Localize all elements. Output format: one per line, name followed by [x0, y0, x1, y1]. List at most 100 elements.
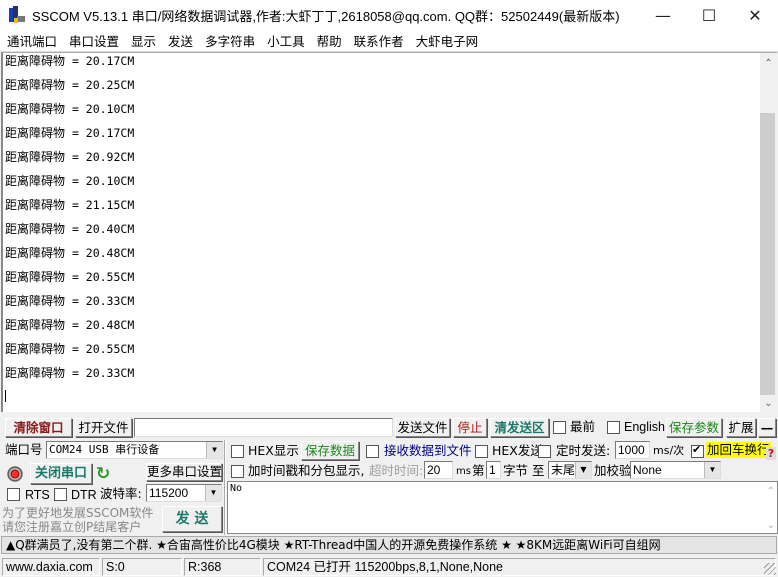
minimize-button[interactable]: —	[640, 0, 686, 30]
add-crlf-label: 加回车换行	[706, 442, 771, 458]
text-caret	[5, 390, 6, 402]
menu-comm-port[interactable]: 通讯端口	[0, 31, 63, 50]
expand-button[interactable]: 扩展	[726, 418, 756, 437]
send-textarea[interactable]: No ⌃ ⌄	[227, 481, 778, 534]
menu-send[interactable]: 发送	[162, 31, 199, 50]
chevron-down-icon: ▼	[206, 442, 222, 458]
receive-line: 距离障碍物 = 20.55CM	[5, 270, 135, 284]
collapse-button[interactable]: —	[758, 418, 776, 437]
menu-display[interactable]: 显示	[125, 31, 162, 50]
receive-line: 距离障碍物 = 20.48CM	[5, 318, 135, 332]
receive-textarea[interactable]: 距离障碍物 = 20.17CM 距离障碍物 = 20.25CM 距离障碍物 = …	[1, 52, 761, 412]
baud-select[interactable]: 115200 ▼	[146, 484, 222, 502]
interval-input[interactable]: 1000	[615, 441, 650, 459]
baud-label: 波特率:	[100, 486, 142, 501]
send-scroll-down-icon[interactable]: ⌄	[767, 520, 775, 531]
port-status: COM24 已打开 115200bps,8,1,None,None	[263, 558, 776, 576]
timed-send-label: 定时发送:	[556, 443, 611, 458]
timeout-unit-label: ms	[456, 466, 471, 477]
rts-label: RTS	[25, 488, 50, 502]
ads-ticker[interactable]: ▲Q群满员了,没有第二个群. ★合宙高性价比4G模块 ★RT-Thread中国人…	[1, 536, 777, 554]
hex-send-checkbox[interactable]	[475, 445, 488, 458]
port-select[interactable]: COM24 USB 串行设备 ▼	[46, 441, 223, 459]
send-button[interactable]: 发 送	[162, 506, 222, 532]
english-checkbox[interactable]	[607, 421, 620, 434]
menu-multi-string[interactable]: 多字符串	[199, 31, 261, 50]
scroll-down-icon[interactable]: ⌄	[760, 395, 777, 412]
receive-line: 距离障碍物 = 20.17CM	[5, 126, 135, 140]
recv-to-file-label[interactable]: 接收数据到文件	[384, 443, 472, 459]
add-crlf-checkbox[interactable]	[691, 443, 704, 458]
receive-line: 距离障碍物 = 20.25CM	[5, 78, 135, 92]
menu-bar: 通讯端口 串口设置 显示 发送 多字符串 小工具 帮助 联系作者 大虾电子网	[0, 30, 778, 52]
close-button[interactable]: ✕	[732, 0, 778, 30]
panel-divider	[224, 440, 226, 535]
byte-to-select[interactable]: 末尾 ▼	[548, 461, 592, 479]
port-status-indicator-icon	[7, 466, 23, 482]
menu-tools[interactable]: 小工具	[261, 31, 311, 50]
checksum-label: 加校验	[594, 463, 632, 478]
rts-checkbox[interactable]	[7, 488, 20, 501]
menu-help[interactable]: 帮助	[311, 31, 348, 50]
hex-display-checkbox[interactable]	[231, 445, 244, 458]
save-data-button[interactable]: 保存数据	[301, 441, 359, 460]
refresh-icon[interactable]: ↻	[96, 464, 110, 484]
website-link[interactable]: www.daxia.com	[2, 558, 100, 576]
receive-scrollbar[interactable]: ⌃ ⌄	[760, 52, 777, 412]
timed-send-checkbox[interactable]	[538, 445, 551, 458]
baud-select-value: 115200	[149, 486, 189, 500]
file-path-input[interactable]	[134, 418, 393, 437]
chevron-down-icon: ▼	[575, 462, 591, 478]
window-title: SSCOM V5.13.1 串口/网络数据调试器,作者:大虾丁丁,2618058…	[32, 8, 620, 24]
byte-to-select-value: 末尾	[551, 463, 576, 477]
title-bar: SSCOM V5.13.1 串口/网络数据调试器,作者:大虾丁丁,2618058…	[0, 0, 778, 30]
send-file-button[interactable]: 发送文件	[395, 418, 450, 437]
scrollbar-thumb[interactable]	[760, 113, 775, 395]
menu-daxia-website[interactable]: 大虾电子网	[410, 31, 485, 50]
recv-to-file-checkbox[interactable]	[366, 445, 379, 458]
status-bar: www.daxia.com S:0 R:368 COM24 已打开 115200…	[0, 556, 778, 577]
minimize-icon: —	[655, 5, 671, 25]
byte-from-input[interactable]: 1	[486, 461, 501, 479]
timestamp-checkbox[interactable]	[231, 465, 244, 478]
send-scroll-up-icon[interactable]: ⌃	[767, 486, 775, 497]
received-count: R:368	[184, 558, 261, 576]
stop-button[interactable]: 停止	[453, 418, 487, 437]
timestamp-label: 加时间戳和分包显示,	[248, 463, 365, 478]
checksum-select[interactable]: None ▼	[630, 461, 721, 479]
dtr-label: DTR	[71, 488, 97, 502]
receive-line: 距离障碍物 = 20.33CM	[5, 294, 135, 308]
sent-count: S:0	[102, 558, 182, 576]
clear-send-button[interactable]: 清发送区	[490, 418, 549, 437]
close-icon: ✕	[748, 5, 762, 25]
receive-line: 距离障碍物 = 21.15CM	[5, 198, 135, 212]
save-params-button[interactable]: 保存参数	[666, 418, 722, 437]
byte-from-label: 第	[472, 463, 485, 478]
send-text: No	[230, 483, 243, 494]
clear-window-button[interactable]: 清除窗口	[5, 418, 72, 437]
receive-line: 距离障碍物 = 20.55CM	[5, 342, 135, 356]
timeout-input[interactable]: 20	[424, 461, 453, 479]
menu-contact-author[interactable]: 联系作者	[348, 31, 410, 50]
more-port-settings-button[interactable]: 更多串口设置	[146, 463, 222, 481]
menu-port-settings[interactable]: 串口设置	[63, 31, 125, 50]
receive-line: 距离障碍物 = 20.40CM	[5, 222, 135, 236]
resize-grip-icon[interactable]	[764, 563, 776, 575]
port-select-value: COM24 USB 串行设备	[49, 443, 160, 456]
topmost-checkbox[interactable]	[553, 421, 566, 434]
topmost-label: 最前	[570, 419, 596, 434]
maximize-button[interactable]: ☐	[686, 0, 732, 30]
help-icon[interactable]: ?	[766, 447, 776, 460]
dtr-checkbox[interactable]	[54, 488, 67, 501]
chevron-down-icon: ▼	[704, 462, 720, 478]
scroll-up-icon[interactable]: ⌃	[760, 55, 777, 72]
chevron-down-icon: ▼	[205, 485, 221, 501]
receive-line: 距离障碍物 = 20.33CM	[5, 366, 135, 380]
open-file-button[interactable]: 打开文件	[75, 418, 132, 437]
receive-line: 距离障碍物 = 20.92CM	[5, 150, 135, 164]
close-port-button[interactable]: 关闭串口	[30, 463, 92, 484]
english-label: English	[624, 420, 665, 434]
promo-line-2[interactable]: 请您注册嘉立创P结尾客户	[2, 519, 141, 535]
hex-display-label: HEX显示	[248, 443, 299, 458]
checksum-select-value: None	[633, 463, 662, 477]
